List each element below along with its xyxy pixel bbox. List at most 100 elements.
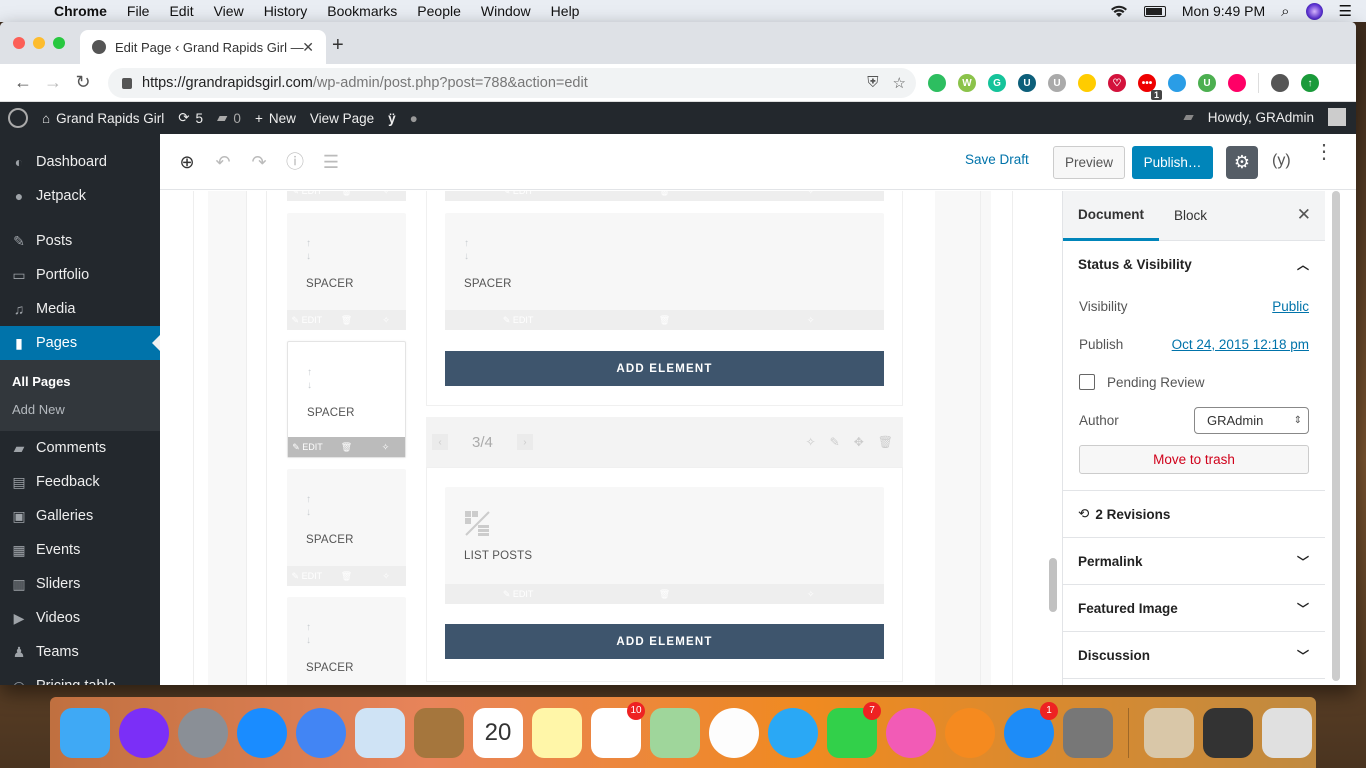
add-element-button[interactable]: ADD ELEMENT bbox=[445, 624, 884, 659]
yellow-ext-extension-icon[interactable] bbox=[1078, 74, 1096, 92]
minimize-window-button[interactable] bbox=[33, 37, 45, 49]
pocket-extension-icon[interactable]: ♡ bbox=[1108, 74, 1126, 92]
sidebar-item-teams[interactable]: ♟ Teams bbox=[0, 635, 160, 669]
yoast-icon[interactable]: ÿ bbox=[388, 111, 396, 126]
chrome-window-dock-icon[interactable] bbox=[1203, 707, 1253, 758]
battery-icon[interactable] bbox=[1143, 5, 1166, 17]
forward-button[interactable]: → bbox=[38, 72, 68, 93]
submenu-all-pages[interactable]: All Pages bbox=[0, 368, 160, 396]
green-u-ext-extension-icon[interactable]: U bbox=[1198, 74, 1216, 92]
discussion-panel[interactable]: Discussion ﹀ bbox=[1063, 632, 1325, 679]
wordpress-logo-icon[interactable] bbox=[8, 108, 28, 128]
menu-file[interactable]: File bbox=[127, 3, 150, 19]
add-block-icon[interactable]: ⊕ bbox=[176, 151, 198, 173]
menu-edit[interactable]: Edit bbox=[169, 3, 193, 19]
photos-dock-icon[interactable] bbox=[709, 707, 759, 758]
spacer-element[interactable]: ✎ EDIT🗑✧ bbox=[287, 191, 406, 201]
preview-button[interactable]: Preview bbox=[1053, 146, 1125, 179]
u-ext-blue-extension-icon[interactable]: U bbox=[1018, 74, 1036, 92]
calendar-dock-icon[interactable]: 20 bbox=[473, 707, 523, 758]
grammarly-extension-icon[interactable]: G bbox=[988, 74, 1006, 92]
chrome-dock-icon[interactable] bbox=[296, 707, 346, 758]
wifi-icon[interactable] bbox=[1110, 4, 1128, 18]
sidebar-item-events[interactable]: ▦ Events bbox=[0, 533, 160, 567]
spacer-element[interactable]: ✎ EDIT🗑✧ bbox=[445, 191, 884, 201]
user-avatar[interactable] bbox=[1328, 108, 1346, 126]
system-preferences-dock-icon[interactable] bbox=[1063, 707, 1113, 758]
move-icon[interactable]: ✥ bbox=[854, 435, 864, 449]
yoast-icon[interactable]: (y) bbox=[1272, 152, 1291, 170]
evernote-extension-icon[interactable] bbox=[928, 74, 946, 92]
site-name-link[interactable]: ⌂ Grand Rapids Girl bbox=[42, 111, 164, 126]
facetime-dock-icon[interactable]: 7 bbox=[827, 701, 881, 758]
finder-dock-icon[interactable] bbox=[60, 707, 110, 758]
comments-link[interactable]: ▰ 0 bbox=[217, 110, 241, 126]
notes-dock-icon[interactable] bbox=[532, 707, 582, 758]
sidebar-item-comments[interactable]: ▰ Comments bbox=[0, 431, 160, 465]
outline-icon[interactable]: ☰ bbox=[320, 151, 342, 173]
revisions-link[interactable]: 2 Revisions bbox=[1095, 507, 1170, 522]
publish-date-link[interactable]: Oct 24, 2015 12:18 pm bbox=[1172, 337, 1309, 352]
submenu-add-new[interactable]: Add New bbox=[0, 396, 160, 424]
blue-ext-extension-icon[interactable] bbox=[1168, 74, 1186, 92]
sidebar-item-pricing-table[interactable]: ◎ Pricing table bbox=[0, 669, 160, 685]
spacer-element[interactable]: ↑ ↓ SPACER ✎ EDIT 🗑 ✧ bbox=[287, 469, 406, 586]
safari-dock-icon[interactable] bbox=[237, 707, 287, 758]
sidebar-item-dashboard[interactable]: ◐ Dashboard bbox=[0, 145, 160, 179]
sidebar-item-posts[interactable]: ✎ Posts bbox=[0, 224, 160, 258]
delete-icon[interactable]: 🗑 bbox=[327, 191, 367, 197]
sidebar-item-portfolio[interactable]: ▭ Portfolio bbox=[0, 258, 160, 292]
profile-avatar[interactable] bbox=[1271, 74, 1289, 92]
back-button[interactable]: ← bbox=[8, 72, 38, 93]
menu-bookmarks[interactable]: Bookmarks bbox=[327, 3, 397, 19]
edit-button[interactable]: ✎ EDIT bbox=[288, 442, 327, 453]
status-visibility-toggle[interactable]: Status & Visibility ︿ bbox=[1063, 241, 1325, 287]
new-tab-button[interactable]: + bbox=[332, 34, 344, 57]
add-element-button[interactable]: ADD ELEMENT bbox=[445, 351, 884, 386]
tab-document[interactable]: Document bbox=[1063, 191, 1160, 241]
zoom-window-button[interactable] bbox=[53, 37, 65, 49]
style-icon[interactable]: ✧ bbox=[366, 191, 406, 197]
close-icon[interactable]: ✕ bbox=[1297, 205, 1311, 225]
spacer-element-selected[interactable]: ↑ ↓ SPACER ✎ EDIT 🗑 ✧ bbox=[287, 341, 406, 458]
list-posts-element[interactable]: LIST POSTS ✎ EDIT 🗑 ✧ bbox=[445, 487, 884, 604]
edit-button[interactable]: ✎ EDIT bbox=[287, 315, 327, 326]
app-store-dock-icon[interactable]: 1 bbox=[1004, 701, 1058, 758]
notification-center-icon[interactable]: ☰ bbox=[1339, 2, 1352, 20]
menu-history[interactable]: History bbox=[264, 3, 308, 19]
u-ext-gray-extension-icon[interactable]: U bbox=[1048, 74, 1066, 92]
trash-icon[interactable]: 🗑 bbox=[878, 435, 893, 449]
menu-app[interactable]: Chrome bbox=[54, 3, 107, 19]
style-icon[interactable]: ✧ bbox=[366, 315, 406, 326]
sidebar-item-media[interactable]: ♫ Media bbox=[0, 292, 160, 326]
more-options-icon[interactable]: ⋮ bbox=[1314, 142, 1334, 162]
edit-button[interactable]: ✎ EDIT bbox=[445, 315, 591, 326]
style-icon[interactable]: ✧ bbox=[806, 435, 816, 449]
publish-button[interactable]: Publish… bbox=[1132, 146, 1213, 179]
edit-button[interactable]: ✎ EDIT bbox=[445, 589, 591, 600]
spacer-element[interactable]: ↑ ↓ SPACER ✎ EDIT 🗑 ✧ bbox=[445, 213, 884, 330]
menu-help[interactable]: Help bbox=[551, 3, 580, 19]
shield-blocked-icon[interactable]: ⛨ bbox=[867, 74, 878, 92]
sidebar-item-feedback[interactable]: ▤ Feedback bbox=[0, 465, 160, 499]
red-ext-extension-icon[interactable]: ••• 1 bbox=[1138, 74, 1162, 100]
settings-gear-icon[interactable]: ⚙ bbox=[1226, 146, 1258, 179]
redo-icon[interactable]: ↷ bbox=[248, 151, 270, 173]
delete-icon[interactable]: 🗑 bbox=[327, 315, 367, 326]
save-draft-button[interactable]: Save Draft bbox=[965, 152, 1029, 167]
delete-icon[interactable]: 🗑 bbox=[327, 442, 366, 453]
notification-bubble-icon[interactable]: ▰ bbox=[1183, 109, 1193, 125]
sidebar-item-galleries[interactable]: ▣ Galleries bbox=[0, 499, 160, 533]
pending-review-checkbox[interactable] bbox=[1079, 374, 1095, 390]
sidebar-item-pages[interactable]: ▮ Pages bbox=[0, 326, 160, 360]
siri-icon[interactable] bbox=[1305, 2, 1323, 20]
address-bar[interactable]: https://grandrapidsgirl.com/wp-admin/pos… bbox=[108, 68, 916, 98]
status-dot-icon[interactable]: ● bbox=[410, 111, 418, 126]
canvas-scrollbar[interactable] bbox=[1049, 558, 1057, 612]
delete-icon[interactable]: 🗑 bbox=[591, 589, 737, 600]
style-icon[interactable]: ✧ bbox=[738, 315, 884, 326]
visibility-link[interactable]: Public bbox=[1272, 299, 1309, 314]
edit-button[interactable]: ✎ EDIT bbox=[287, 571, 327, 582]
style-icon[interactable]: ✧ bbox=[366, 442, 405, 453]
info-icon[interactable]: ⓘ bbox=[284, 151, 306, 173]
